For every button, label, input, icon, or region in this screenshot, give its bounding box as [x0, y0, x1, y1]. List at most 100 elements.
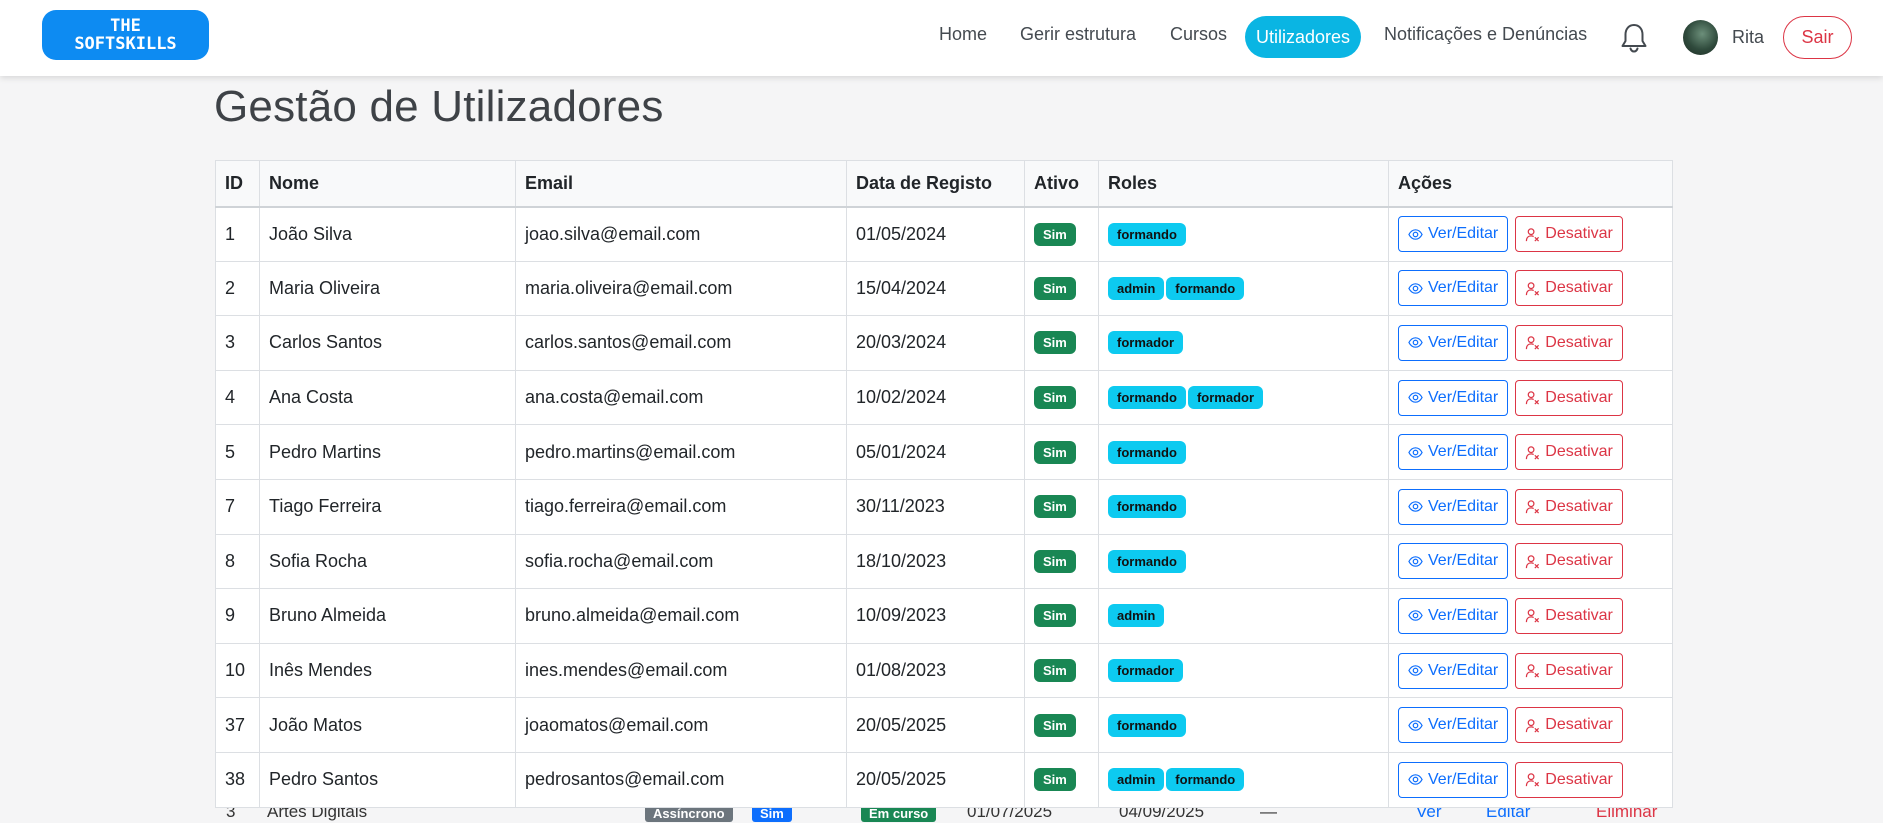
view-edit-button[interactable]: Ver/Editar [1398, 761, 1509, 798]
cell-active: Sim [1024, 424, 1099, 480]
page-title: Gestão de Utilizadores [214, 82, 664, 131]
cell-roles: formador [1098, 315, 1389, 371]
cell-email: sofia.rocha@email.com [515, 533, 847, 590]
nav-notifications-reports[interactable]: Notificações e Denúncias [1384, 24, 1587, 45]
cell-active: Sim [1024, 697, 1099, 753]
cell-email: joao.silva@email.com [515, 206, 847, 262]
cell-actions: Ver/Editar Desativar [1388, 751, 1673, 808]
cell-registration-date: 15/04/2024 [846, 260, 1025, 317]
view-edit-button[interactable]: Ver/Editar [1398, 324, 1509, 361]
cell-id: 2 [215, 260, 260, 317]
table-row: 9 Bruno Almeida bruno.almeida@email.com 10/… [215, 588, 1673, 644]
cell-actions: Ver/Editar Desativar [1388, 369, 1673, 426]
deactivate-button[interactable]: Desativar [1515, 707, 1623, 744]
logout-button[interactable]: Sair [1783, 16, 1852, 59]
cell-roles: formador [1098, 642, 1389, 699]
cell-id: 1 [215, 206, 260, 262]
view-edit-button[interactable]: Ver/Editar [1398, 379, 1509, 416]
cell-registration-date: 30/11/2023 [846, 478, 1025, 535]
deactivate-button[interactable]: Desativar [1515, 434, 1623, 471]
role-badge: admin [1108, 276, 1165, 300]
cell-id: 5 [215, 424, 260, 480]
deactivate-button[interactable]: Desativar [1515, 379, 1623, 416]
role-badge: admin [1108, 604, 1165, 628]
nav-manage-structure[interactable]: Gerir estrutura [1020, 24, 1136, 45]
view-edit-button[interactable]: Ver/Editar [1398, 597, 1509, 634]
avatar[interactable] [1683, 20, 1718, 55]
nav-users[interactable]: Utilizadores [1245, 16, 1362, 58]
bell-icon[interactable] [1619, 22, 1649, 54]
cell-roles: admin [1098, 588, 1389, 644]
table-row: 3 Carlos Santos carlos.santos@email.com 20/… [215, 315, 1673, 371]
view-edit-button[interactable]: Ver/Editar [1398, 488, 1509, 525]
header-registration-date: Data de Registo [846, 160, 1025, 208]
role-badge: formando [1108, 440, 1186, 464]
table-row: 8 Sofia Rocha sofia.rocha@email.com 18/10/2… [215, 533, 1673, 590]
role-badge: formando [1108, 386, 1186, 410]
cell-actions: Ver/Editar Desativar [1388, 533, 1673, 590]
cell-id: 7 [215, 478, 260, 535]
active-badge: Sim [1034, 276, 1076, 300]
deactivate-button[interactable]: Desativar [1515, 597, 1623, 634]
cell-actions: Ver/Editar Desativar [1388, 424, 1673, 480]
view-edit-button[interactable]: Ver/Editar [1398, 652, 1509, 689]
header-id: ID [215, 160, 260, 208]
header-actions: Ações [1388, 160, 1673, 208]
cell-active: Sim [1024, 206, 1099, 262]
cell-roles: formando [1098, 206, 1389, 262]
user-remove-icon [1526, 227, 1540, 242]
role-badge: formando [1166, 768, 1245, 792]
eye-icon [1408, 283, 1423, 294]
view-edit-button[interactable]: Ver/Editar [1398, 543, 1509, 580]
role-badge: formador [1108, 659, 1184, 683]
cell-actions: Ver/Editar Desativar [1388, 642, 1673, 699]
deactivate-button[interactable]: Desativar [1515, 216, 1623, 253]
view-edit-label: Ver/Editar [1428, 443, 1499, 461]
cell-email: joaomatos@email.com [515, 697, 847, 753]
deactivate-button[interactable]: Desativar [1515, 543, 1623, 580]
eye-icon [1408, 392, 1423, 403]
course-status-badge: Em curso [861, 805, 937, 822]
view-edit-button[interactable]: Ver/Editar [1398, 216, 1509, 253]
cell-roles: formando [1098, 478, 1389, 535]
user-remove-icon [1526, 391, 1540, 405]
deactivate-button[interactable]: Desativar [1515, 652, 1623, 689]
deactivate-label: Desativar [1545, 606, 1613, 624]
user-remove-icon [1526, 282, 1540, 296]
header-email: Email [515, 160, 847, 208]
table-row: 1 João Silva joao.silva@email.com 01/05/202… [215, 206, 1673, 262]
view-edit-button[interactable]: Ver/Editar [1398, 270, 1509, 307]
active-badge: Sim [1034, 768, 1076, 792]
cell-registration-date: 18/10/2023 [846, 533, 1025, 590]
table-row: 4 Ana Costa ana.costa@email.com 10/02/2024 S… [215, 369, 1673, 426]
cell-name: João Matos [259, 697, 516, 753]
nav-home[interactable]: Home [939, 24, 987, 45]
view-edit-label: Ver/Editar [1428, 552, 1499, 570]
active-badge: Sim [1034, 222, 1076, 246]
cell-registration-date: 01/05/2024 [846, 206, 1025, 262]
username[interactable]: Rita [1732, 27, 1764, 48]
deactivate-button[interactable]: Desativar [1515, 488, 1623, 525]
view-edit-button[interactable]: Ver/Editar [1398, 707, 1509, 744]
cell-active: Sim [1024, 588, 1099, 644]
brand-line-2: SOFTSKILLS [74, 34, 177, 54]
cell-active: Sim [1024, 751, 1099, 808]
cell-actions: Ver/Editar Desativar [1388, 260, 1673, 317]
header-active: Ativo [1024, 160, 1099, 208]
cell-actions: Ver/Editar Desativar [1388, 315, 1673, 371]
users-table: ID Nome Email Data de Registo Ativo Role… [215, 160, 1673, 808]
brand-logo[interactable]: THE SOFTSKILLS [42, 10, 209, 60]
deactivate-label: Desativar [1545, 716, 1613, 734]
nav-courses[interactable]: Cursos [1170, 24, 1227, 45]
deactivate-button[interactable]: Desativar [1515, 324, 1623, 361]
cell-name: Bruno Almeida [259, 588, 516, 644]
view-edit-label: Ver/Editar [1428, 279, 1499, 297]
deactivate-label: Desativar [1545, 279, 1613, 297]
view-edit-button[interactable]: Ver/Editar [1398, 434, 1509, 471]
deactivate-button[interactable]: Desativar [1515, 761, 1623, 798]
deactivate-button[interactable]: Desativar [1515, 270, 1623, 307]
table-row: 2 Maria Oliveira maria.oliveira@email.com 1… [215, 260, 1673, 317]
user-remove-icon [1526, 445, 1540, 460]
cell-email: pedrosantos@email.com [515, 751, 847, 808]
eye-icon [1408, 446, 1423, 458]
